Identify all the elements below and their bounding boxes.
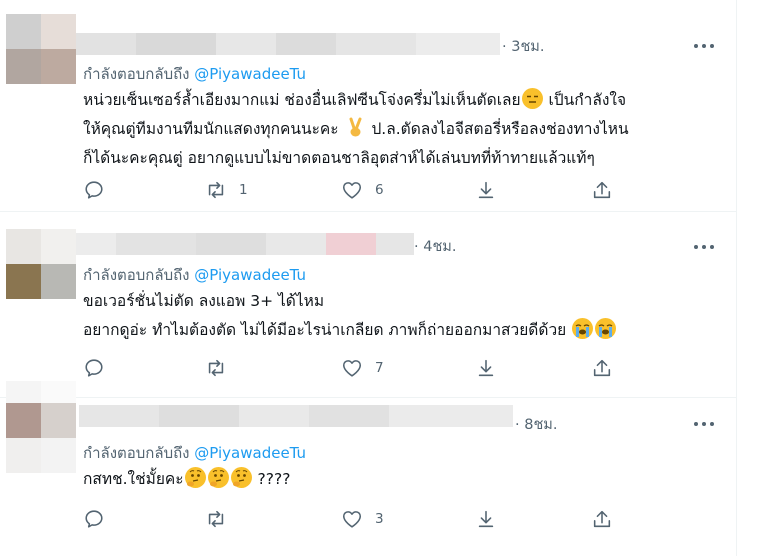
download-icon	[478, 181, 494, 199]
tweet-time[interactable]: · 4ชม.	[414, 235, 456, 258]
reply-timeline: · 3ชม. กำลังตอบกลับถึง @PiyawadeeTu หน่ว…	[0, 0, 737, 556]
bookmark-button[interactable]	[475, 356, 497, 380]
like-count: 3	[375, 511, 384, 527]
like-button[interactable]: 3	[341, 507, 384, 531]
replying-to: กำลังตอบกลับถึง @PiyawadeeTu	[83, 444, 307, 462]
retweet-icon	[208, 181, 224, 199]
more-icon[interactable]	[693, 236, 717, 256]
download-icon	[478, 510, 494, 528]
mention-link[interactable]: @PiyawadeeTu	[194, 266, 306, 284]
download-icon	[478, 359, 494, 377]
share-icon	[593, 359, 611, 377]
reply-button[interactable]	[83, 356, 117, 380]
reply-tweet[interactable]: · 4ชม. กำลังตอบกลับถึง @PiyawadeeTu ขอเว…	[0, 213, 737, 398]
retweet-count: 1	[239, 182, 248, 198]
avatar[interactable]	[6, 381, 76, 491]
victory-hand-icon	[345, 117, 366, 138]
bookmark-button[interactable]	[475, 178, 497, 202]
like-count: 6	[375, 182, 384, 198]
author-name-blurred[interactable]	[76, 33, 500, 55]
thinking-face-icon	[184, 467, 206, 488]
reply-tweet[interactable]: · 8ชม. กำลังตอบกลับถึง @PiyawadeeTu กสทช…	[0, 381, 737, 556]
thinking-face-icon	[230, 467, 252, 488]
tweet-text: หน่วยเซ็นเซอร์ล้ำเอียงมากแม่ ช่องอื่นเลิ…	[83, 86, 629, 173]
more-icon[interactable]	[693, 35, 717, 55]
reply-icon	[85, 510, 103, 528]
share-button[interactable]	[591, 507, 613, 531]
author-name-blurred[interactable]	[79, 405, 513, 427]
retweet-button[interactable]	[205, 356, 239, 380]
reply-button[interactable]	[83, 178, 117, 202]
heart-icon	[342, 511, 362, 528]
reply-icon	[85, 181, 103, 199]
retweet-button[interactable]	[205, 507, 239, 531]
heart-icon	[342, 360, 362, 377]
author-name-blurred[interactable]	[76, 233, 414, 255]
loudly-crying-face-icon	[572, 318, 594, 339]
like-count: 7	[375, 360, 384, 376]
share-button[interactable]	[591, 356, 613, 380]
share-icon	[593, 510, 611, 528]
reply-button[interactable]	[83, 507, 117, 531]
avatar[interactable]	[6, 14, 76, 84]
tweet-actions: 7	[83, 356, 643, 380]
expressionless-face-icon	[521, 88, 543, 109]
reply-icon	[85, 359, 103, 377]
tweet-text: ขอเวอร์ชั่นไม่ตัด ลงแอพ 3+ ได้ไหม อยากดู…	[83, 287, 617, 345]
bookmark-button[interactable]	[475, 507, 497, 531]
thinking-face-icon	[207, 467, 229, 488]
retweet-icon	[208, 359, 224, 377]
tweet-text: กสทช.ใช่มั้ยคะ ????	[83, 465, 290, 494]
retweet-icon	[208, 510, 224, 528]
tweet-actions: 1 6	[83, 178, 643, 202]
tweet-actions: 3	[83, 507, 643, 531]
heart-icon	[342, 182, 362, 199]
share-icon	[593, 181, 611, 199]
retweet-button[interactable]: 1	[205, 178, 248, 202]
reply-tweet[interactable]: · 3ชม. กำลังตอบกลับถึง @PiyawadeeTu หน่ว…	[0, 0, 737, 212]
like-button[interactable]: 6	[341, 178, 384, 202]
like-button[interactable]: 7	[341, 356, 384, 380]
share-button[interactable]	[591, 178, 613, 202]
tweet-time[interactable]: · 8ชม.	[515, 413, 557, 436]
loudly-crying-face-icon	[595, 318, 617, 339]
replying-to: กำลังตอบกลับถึง @PiyawadeeTu	[83, 65, 307, 83]
tweet-time[interactable]: · 3ชม.	[502, 35, 544, 58]
mention-link[interactable]: @PiyawadeeTu	[194, 444, 306, 462]
avatar[interactable]	[6, 229, 76, 299]
replying-to: กำลังตอบกลับถึง @PiyawadeeTu	[83, 266, 307, 284]
more-icon[interactable]	[693, 413, 717, 433]
mention-link[interactable]: @PiyawadeeTu	[194, 65, 306, 83]
